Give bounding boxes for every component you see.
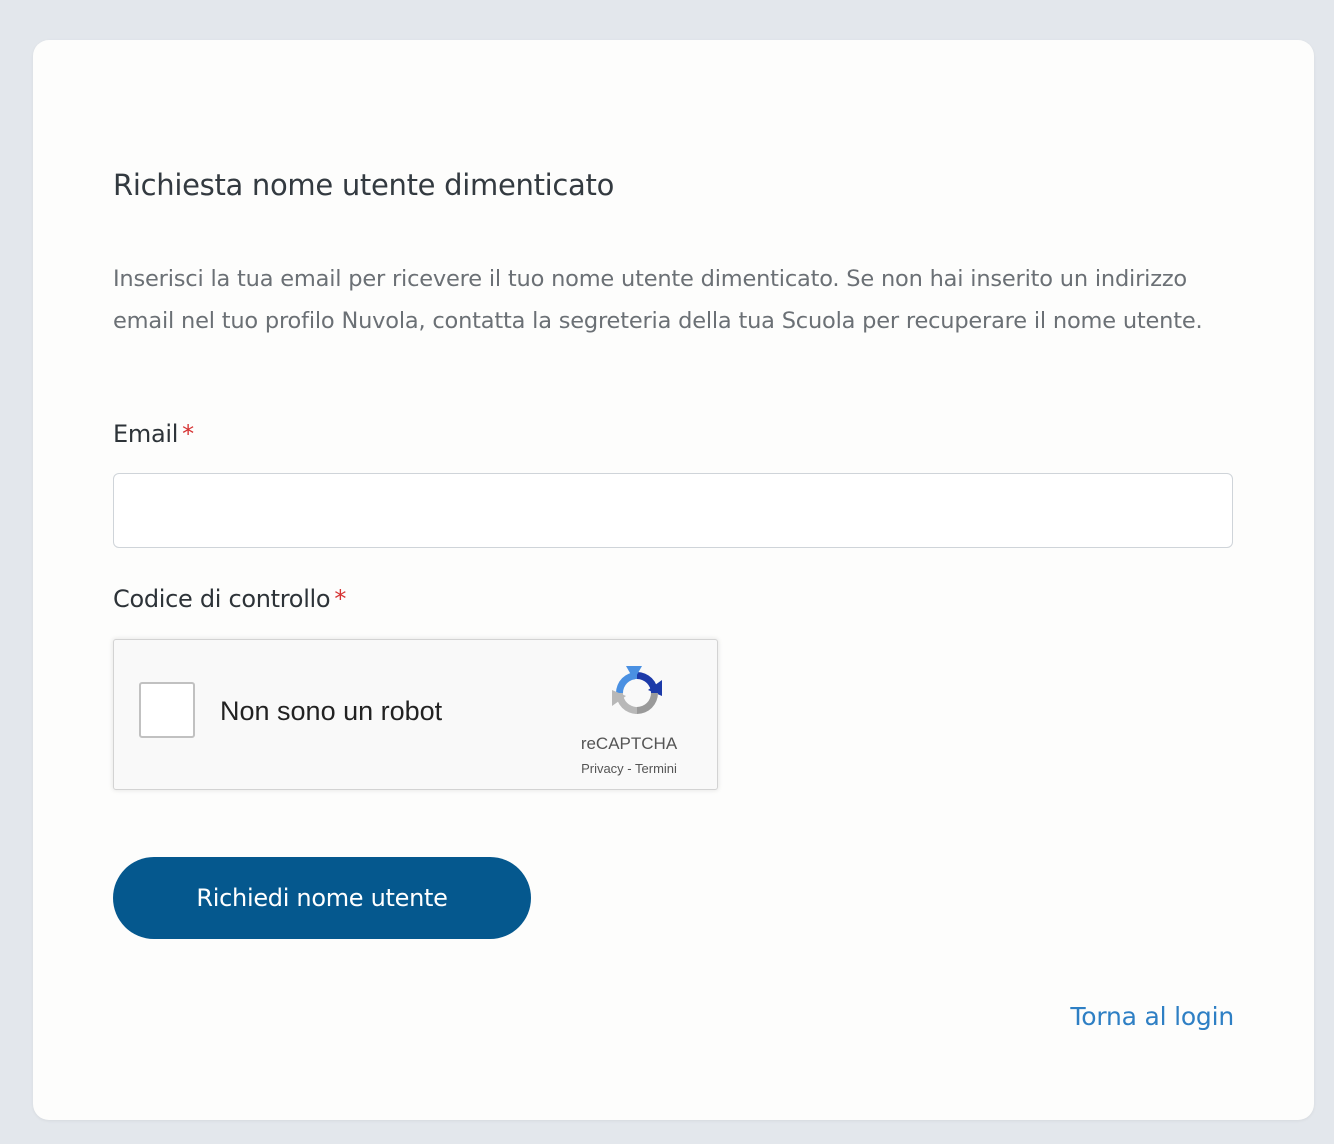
captcha-label-text: Codice di controllo <box>113 585 331 613</box>
forgot-username-card: Richiesta nome utente dimenticato Inseri… <box>33 40 1314 1120</box>
recaptcha-privacy-link[interactable]: Privacy <box>581 761 624 776</box>
email-field[interactable] <box>113 473 1233 548</box>
request-username-button[interactable]: Richiedi nome utente <box>113 857 531 939</box>
required-marker: * <box>334 585 347 613</box>
email-label: Email * <box>113 420 194 448</box>
recaptcha-terms-link[interactable]: Termini <box>635 761 677 776</box>
recaptcha-checkbox-label: Non sono un robot <box>220 696 443 726</box>
recaptcha-checkbox[interactable] <box>139 682 195 738</box>
required-marker: * <box>182 420 194 448</box>
captcha-label: Codice di controllo * <box>113 585 346 613</box>
email-label-text: Email <box>113 420 179 448</box>
recaptcha-logo-icon <box>612 666 662 714</box>
recaptcha-brand: reCAPTCHA <box>580 734 678 753</box>
recaptcha-links: Privacy - Termini <box>544 761 714 776</box>
recaptcha-widget: Non sono un robot reCAPTCHA Privacy - Te… <box>113 639 718 790</box>
back-to-login-link[interactable]: Torna al login <box>1070 1002 1234 1031</box>
page-title: Richiesta nome utente dimenticato <box>113 168 615 202</box>
page-description: Inserisci la tua email per ricevere il t… <box>113 266 1203 334</box>
recaptcha-link-separator: - <box>623 761 636 776</box>
